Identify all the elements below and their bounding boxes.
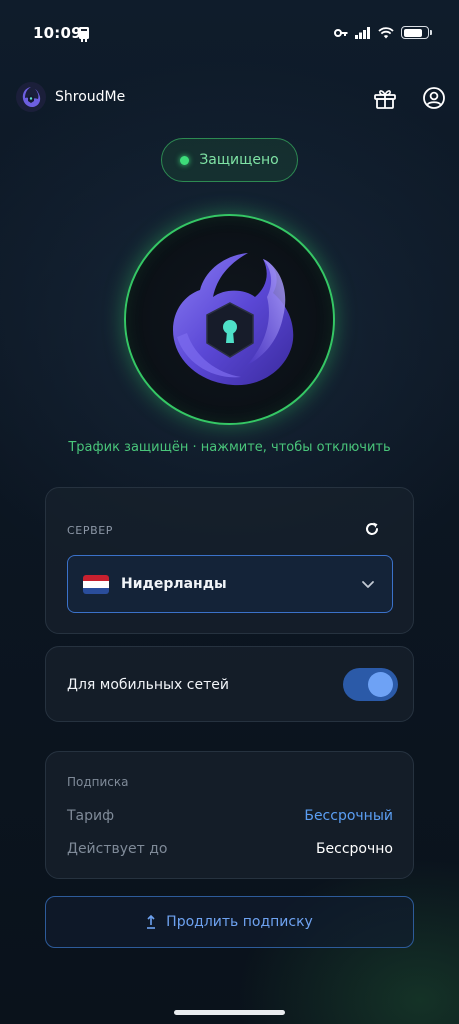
toggle-knob	[368, 672, 393, 697]
chevron-down-icon	[362, 581, 374, 588]
plan-value[interactable]: Бессрочный	[304, 808, 393, 824]
refresh-icon[interactable]	[363, 520, 381, 538]
app-header: ShroudMe	[0, 78, 459, 118]
vpn-key-icon	[334, 28, 348, 37]
connection-status-label: Защищено	[199, 152, 279, 168]
subscription-card: Подписка Тариф Бессрочный Действует до Б…	[45, 751, 414, 879]
hooded-logo-icon	[22, 87, 41, 107]
app-name: ShroudMe	[55, 89, 126, 105]
plan-label: Тариф	[67, 808, 115, 824]
app-logo	[16, 82, 46, 112]
selected-server-name: Нидерланды	[121, 576, 227, 592]
status-dot-icon	[180, 155, 190, 165]
user-circle-icon[interactable]	[422, 86, 446, 110]
gift-icon[interactable]	[373, 86, 397, 110]
mobile-networks-toggle[interactable]	[343, 668, 398, 701]
mobile-networks-card: Для мобильных сетей	[45, 646, 414, 722]
battery-icon	[401, 26, 432, 39]
connection-status-badge: Защищено	[161, 138, 298, 182]
wifi-icon	[378, 26, 394, 38]
status-bar: 10:09	[0, 0, 459, 60]
signal-icon	[355, 26, 370, 39]
arrow-up-icon	[147, 915, 156, 929]
status-time: 10:09	[33, 24, 82, 42]
notification-icon	[79, 27, 89, 42]
server-card: СЕРВЕР Нидерланды	[45, 487, 414, 634]
flag-netherlands-icon	[83, 575, 109, 594]
valid-until-label: Действует до	[67, 841, 168, 857]
connect-toggle-button[interactable]	[124, 214, 335, 425]
renew-subscription-label: Продлить подписку	[166, 914, 313, 930]
connection-hint[interactable]: Трафик защищён · нажмите, чтобы отключит…	[0, 440, 459, 455]
server-section-label: СЕРВЕР	[67, 524, 113, 537]
mobile-networks-label: Для мобильных сетей	[67, 677, 229, 693]
renew-subscription-button[interactable]: Продлить подписку	[45, 896, 414, 948]
server-select[interactable]: Нидерланды	[67, 555, 393, 613]
valid-until-value: Бессрочно	[315, 841, 393, 857]
subscription-title: Подписка	[67, 775, 129, 789]
home-indicator[interactable]	[174, 1010, 285, 1015]
status-right	[334, 26, 432, 39]
battery-level	[403, 28, 422, 37]
hooded-lock-icon	[172, 252, 293, 385]
